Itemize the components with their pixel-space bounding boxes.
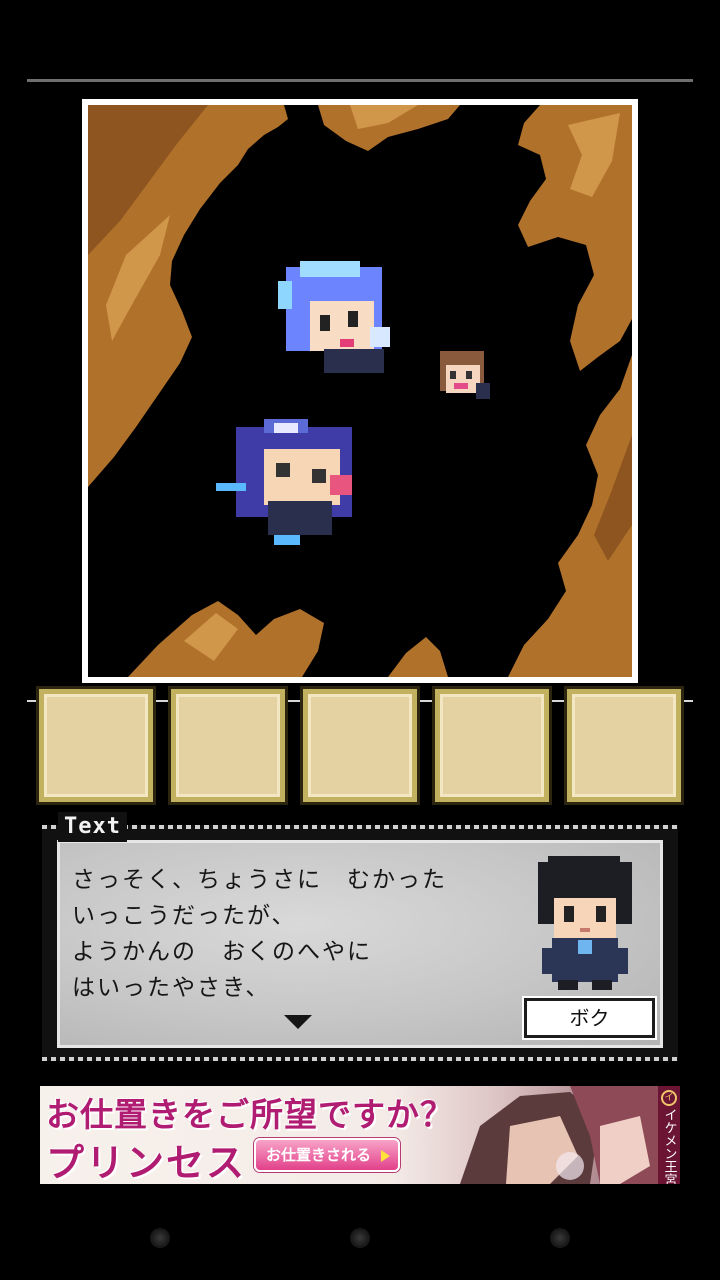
ad-illustration [460,1086,660,1184]
ad-cta-label: お仕置きされる [266,1146,372,1164]
ad-banner[interactable]: お仕置きをご所望ですか？ プリンセス お仕置きされる イ イケメン王宮 [40,1086,680,1184]
item-slot-5[interactable] [567,689,681,802]
top-divider [27,79,693,82]
back-icon[interactable] [150,1228,170,1248]
brand-name: イケメン王宮 [661,1108,677,1184]
speaker-portrait [538,856,632,990]
item-slot-4[interactable] [435,689,549,802]
message-line-4: はいったやさき、 [72,975,271,1001]
message-line-2: いっこうだったが、 [72,903,297,929]
message-line-3: ようかんの おくのへやに [72,939,372,965]
item-slots [39,689,681,802]
recent-apps-icon[interactable] [550,1228,570,1248]
speaker-name-plate: ボク [524,998,655,1038]
ad-brand-logo: イ イケメン王宮 [658,1086,680,1184]
play-arrow-icon [381,1150,390,1162]
message-line-1: さっそく、ちょうさに むかった [72,867,447,893]
ad-headline: お仕置きをご所望ですか？ [46,1095,454,1134]
item-slot-3[interactable] [303,689,417,802]
brown-haired-child-sprite [440,351,490,399]
item-slot-2[interactable] [171,689,285,802]
triangle-down-icon[interactable] [284,1015,312,1029]
message-text: さっそく、ちょうさに むかった いっこうだったが、 ようかんの おくのへやに は… [72,862,512,1006]
brand-mark: イ [661,1090,677,1106]
game-scene[interactable] [82,99,638,683]
cave-scene-art [88,105,632,677]
message-tab-label: Text [58,812,127,842]
home-icon[interactable] [350,1228,370,1248]
item-slot-1[interactable] [39,689,153,802]
ad-cta-button[interactable]: お仕置きされる [254,1138,400,1172]
ad-title: プリンセス [46,1140,247,1184]
